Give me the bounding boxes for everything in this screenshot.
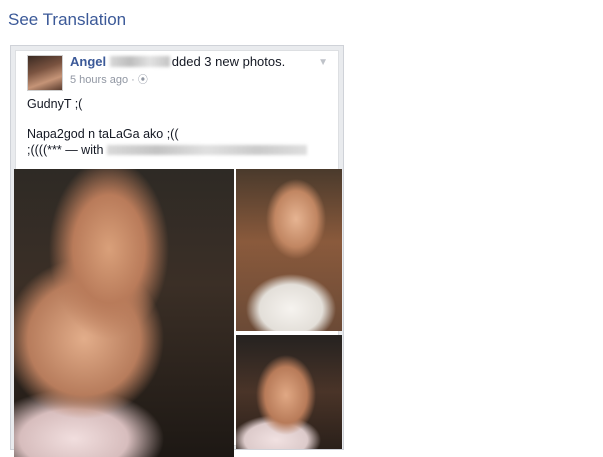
avatar[interactable]: [27, 55, 63, 91]
facebook-post: Angel dded 3 new photos. 5 hours ago · ⦿…: [14, 50, 342, 457]
post-text-line-1: GudnyT ;(: [27, 97, 83, 111]
redacted-surname: [109, 56, 170, 67]
post-action: dded 3 new photos.: [171, 54, 286, 69]
post-frame: Angel dded 3 new photos. 5 hours ago · ⦿…: [10, 45, 344, 457]
post-photo-bottom-right[interactable]: [236, 335, 342, 449]
post-text-line-3-text: ;((((*** — with: [27, 143, 104, 157]
post-text-line-3: ;((((*** — with: [27, 143, 307, 157]
redacted-tagged-friends: [106, 145, 307, 155]
post-photo-top-right[interactable]: [236, 169, 342, 331]
chevron-down-icon[interactable]: ▼: [318, 57, 328, 68]
post-photo-main[interactable]: [14, 169, 234, 457]
author-name[interactable]: Angel: [70, 54, 106, 69]
post-timestamp[interactable]: 5 hours ago: [70, 74, 128, 86]
post-meta: 5 hours ago · ⦿: [70, 71, 148, 86]
post-header: Angel dded 3 new photos.: [70, 54, 285, 69]
see-translation-link[interactable]: See Translation: [8, 10, 126, 30]
separator-dot: ·: [131, 74, 138, 86]
globe-icon[interactable]: ⦿: [138, 75, 148, 86]
post-text-line-2: Napa2god n taLaGa ako ;((: [27, 127, 179, 141]
